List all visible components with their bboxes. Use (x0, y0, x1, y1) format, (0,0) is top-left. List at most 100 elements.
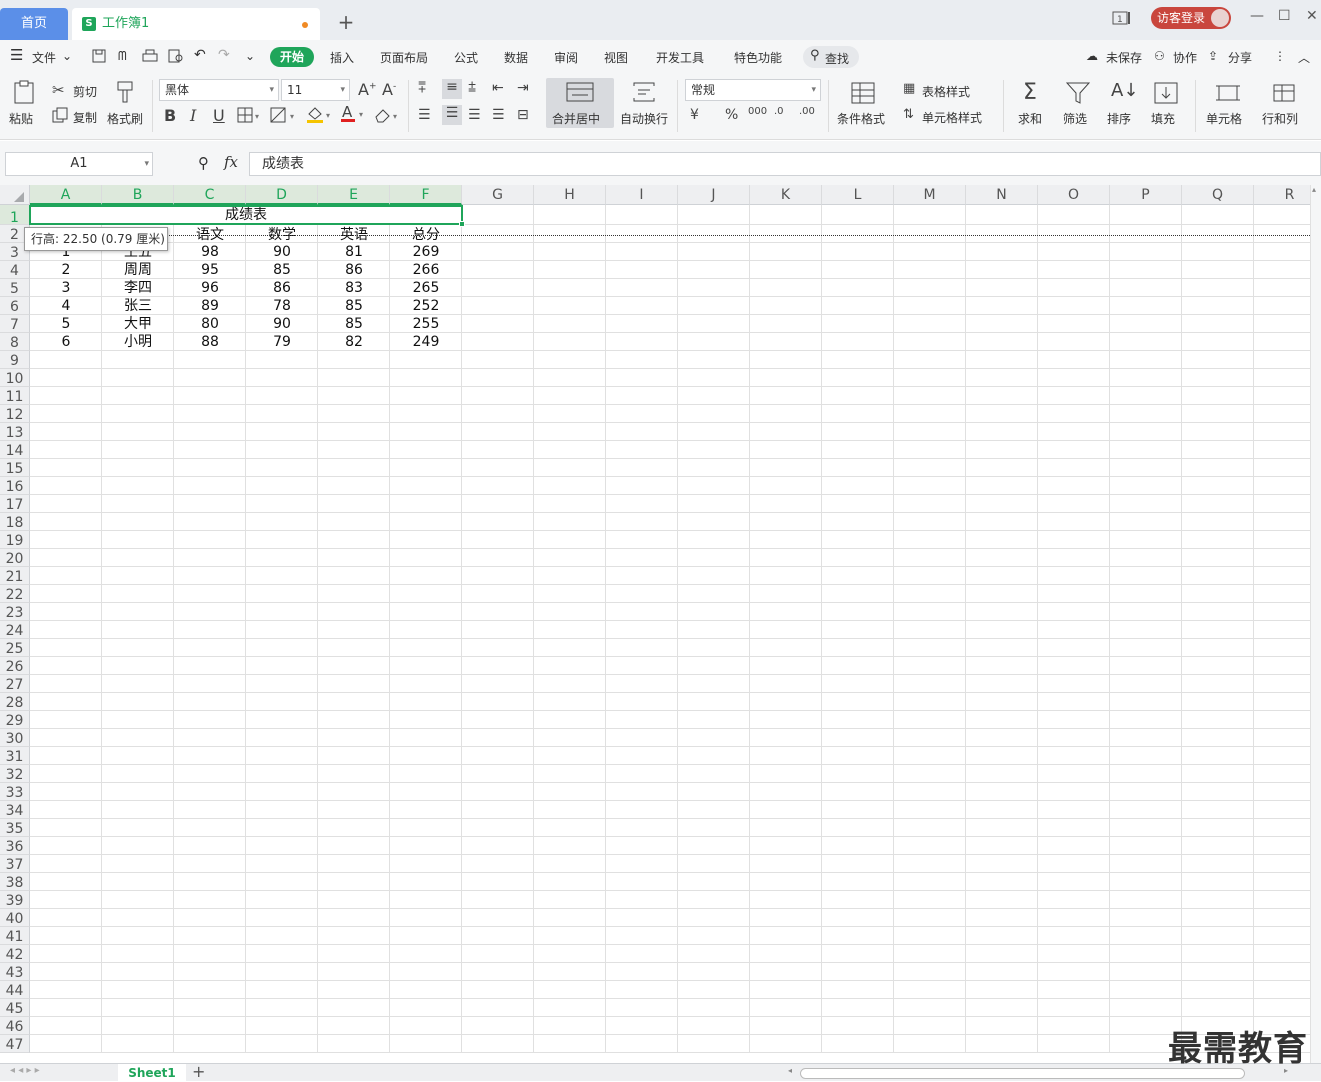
row-header[interactable]: 21 (0, 567, 30, 585)
layout-icon[interactable]: 1 (1112, 10, 1132, 30)
column-header-k[interactable]: K (750, 185, 822, 205)
row-header[interactable]: 43 (0, 963, 30, 981)
chevron-down-icon[interactable]: ⌄ (62, 49, 72, 63)
row-header[interactable]: 1 (0, 205, 30, 226)
fx-icon[interactable]: fx (224, 153, 238, 171)
undo-icon[interactable]: ↶ (194, 47, 206, 63)
cell-icon[interactable] (1215, 82, 1241, 107)
wrap-text-icon[interactable] (632, 82, 656, 105)
data-cell[interactable]: 张三 (102, 297, 174, 315)
menu-view[interactable]: 视图 (604, 49, 628, 66)
row-header[interactable]: 9 (0, 351, 30, 369)
menu-data[interactable]: 数据 (504, 49, 528, 66)
row-header[interactable]: 23 (0, 603, 30, 621)
conditional-format-button[interactable]: 条件格式 (837, 110, 885, 127)
row-header[interactable]: 5 (0, 279, 30, 297)
output-icon[interactable]: ᗰ (118, 49, 127, 64)
row-header[interactable]: 37 (0, 855, 30, 873)
column-header-n[interactable]: N (966, 185, 1038, 205)
data-cell[interactable]: 6 (30, 333, 102, 351)
row-header[interactable]: 39 (0, 891, 30, 909)
sum-icon[interactable]: Σ (1023, 80, 1037, 105)
decrease-decimal-icon[interactable]: .00 (799, 106, 815, 117)
tab-home[interactable]: 首页 (0, 8, 68, 40)
data-cell[interactable]: 90 (246, 315, 318, 333)
row-header[interactable]: 45 (0, 999, 30, 1017)
menu-insert[interactable]: 插入 (330, 49, 354, 66)
collab-button[interactable]: 协作 (1173, 49, 1197, 66)
close-button[interactable]: ✕ (1306, 8, 1318, 24)
column-header-h[interactable]: H (534, 185, 606, 205)
column-header-r[interactable]: R (1254, 185, 1310, 205)
row-header[interactable]: 41 (0, 927, 30, 945)
tab-workbook[interactable]: S 工作簿1 (72, 8, 320, 40)
row-header[interactable]: 29 (0, 711, 30, 729)
currency-icon[interactable]: ¥ (690, 107, 699, 123)
sort-button[interactable]: 排序 (1107, 110, 1131, 127)
scroll-up-icon[interactable]: ▴ (1312, 185, 1316, 194)
row-col-icon[interactable] (1271, 82, 1297, 107)
collapse-ribbon-icon[interactable]: ︿ (1298, 49, 1310, 66)
data-cell[interactable]: 266 (390, 261, 462, 279)
select-all-corner[interactable] (0, 185, 30, 205)
bold-icon[interactable]: B (164, 106, 176, 125)
column-header-l[interactable]: L (822, 185, 894, 205)
data-cell[interactable]: 85 (318, 315, 390, 333)
paste-label[interactable]: 粘贴 (9, 110, 33, 127)
data-cell[interactable]: 78 (246, 297, 318, 315)
row-header[interactable]: 47 (0, 1035, 30, 1053)
data-cell[interactable]: 李四 (102, 279, 174, 297)
column-header-g[interactable]: G (462, 185, 534, 205)
fill-handle[interactable] (459, 221, 465, 227)
row-header[interactable]: 14 (0, 441, 30, 459)
data-cell[interactable]: 86 (246, 279, 318, 297)
font-name-select[interactable]: 黑体 ▾ (159, 79, 279, 101)
zoom-formula-icon[interactable]: ⚲ (198, 154, 209, 172)
menu-home[interactable]: 开始 (270, 47, 314, 67)
row-header[interactable]: 33 (0, 783, 30, 801)
menu-page-layout[interactable]: 页面布局 (380, 49, 428, 66)
data-cell[interactable]: 89 (174, 297, 246, 315)
cell-button[interactable]: 单元格 (1206, 110, 1242, 127)
cut-button[interactable]: 剪切 (73, 83, 97, 100)
row-header[interactable]: 34 (0, 801, 30, 819)
number-format-select[interactable]: 常规 ▾ (685, 79, 821, 101)
data-cell[interactable]: 82 (318, 333, 390, 351)
row-header[interactable]: 26 (0, 657, 30, 675)
data-cell[interactable]: 95 (174, 261, 246, 279)
row-header[interactable]: 4 (0, 261, 30, 279)
sort-icon[interactable]: A↓ (1111, 80, 1138, 101)
filter-button[interactable]: 筛选 (1063, 110, 1087, 127)
conditional-format-icon[interactable] (851, 82, 875, 107)
unsaved-label[interactable]: 未保存 (1106, 49, 1142, 66)
more-icon[interactable]: ⋮ (1274, 49, 1286, 63)
cut-icon[interactable]: ✂ (52, 81, 65, 99)
column-header-f[interactable]: F (390, 185, 462, 205)
increase-indent-icon[interactable]: ⇥ (517, 80, 529, 96)
row-header[interactable]: 10 (0, 369, 30, 387)
data-cell[interactable]: 90 (246, 243, 318, 261)
column-header-i[interactable]: I (606, 185, 678, 205)
login-button[interactable]: 访客登录 (1151, 7, 1231, 29)
row-header[interactable]: 32 (0, 765, 30, 783)
row-header[interactable]: 31 (0, 747, 30, 765)
wrap-text-button[interactable]: 自动换行 (620, 110, 668, 127)
table-style-button[interactable]: 表格样式 (922, 83, 970, 100)
row-header[interactable]: 12 (0, 405, 30, 423)
vertical-scrollbar[interactable]: ▴ (1310, 185, 1321, 1063)
format-painter-icon[interactable] (114, 80, 136, 107)
fill-color-icon[interactable]: ▾ (306, 106, 334, 127)
print-icon[interactable] (142, 49, 158, 66)
menu-formula[interactable]: 公式 (454, 49, 478, 66)
share-button[interactable]: 分享 (1228, 49, 1252, 66)
eraser-icon[interactable]: ▾ (374, 107, 402, 126)
data-cell[interactable]: 265 (390, 279, 462, 297)
row-header[interactable]: 18 (0, 513, 30, 531)
distributed-icon[interactable]: ⊟ (517, 107, 529, 123)
row-header[interactable]: 36 (0, 837, 30, 855)
decrease-font-icon[interactable]: A- (382, 80, 396, 99)
row-header[interactable]: 25 (0, 639, 30, 657)
data-cell[interactable]: 79 (246, 333, 318, 351)
search-button[interactable]: ⚲ 查找 (803, 46, 859, 68)
data-cell[interactable]: 小明 (102, 333, 174, 351)
